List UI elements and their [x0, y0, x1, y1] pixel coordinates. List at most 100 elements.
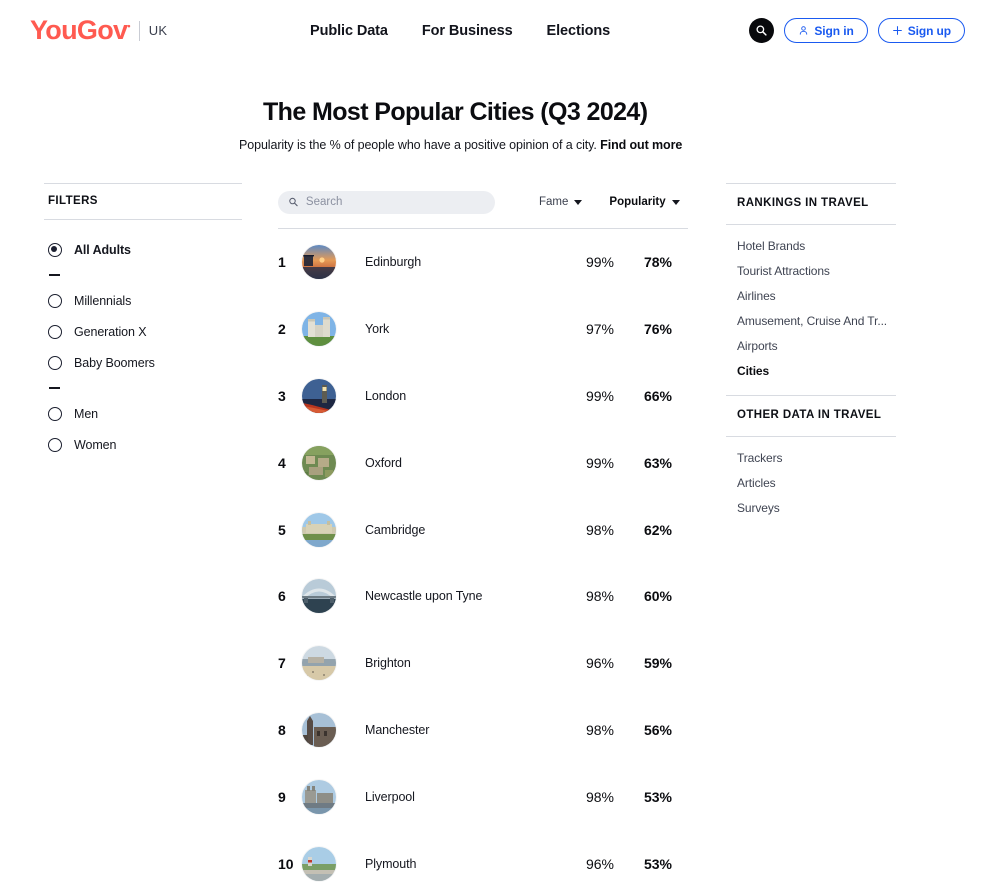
rank-number: 3 — [278, 387, 286, 404]
search-field[interactable] — [278, 190, 495, 214]
fame-value: 96% — [585, 855, 615, 872]
city-name: York — [365, 322, 390, 337]
rail-item-surveys[interactable]: Surveys — [737, 496, 896, 521]
find-out-more-link[interactable]: Find out more — [600, 138, 682, 152]
manchester-townhall-thumbnail — [302, 712, 336, 747]
table-row[interactable]: 5 Cambridge 98% 62% — [278, 496, 688, 563]
filter-option-millennials[interactable]: Millennials — [44, 285, 242, 316]
table-row[interactable]: 1 Edinburgh 99% 78% — [278, 229, 688, 296]
table-row[interactable]: 6 Newcastle upon Tyne 98% 60% — [278, 563, 688, 630]
site-header: YouGov• UK Public Data For Business Elec… — [0, 0, 993, 61]
filters-sidebar: FILTERS All Adults Millennials Generatio… — [44, 183, 242, 891]
brand[interactable]: YouGov• UK — [30, 17, 167, 44]
radio-icon-women[interactable] — [48, 437, 62, 452]
popularity-value: 62% — [643, 521, 673, 538]
rank-number: 2 — [278, 321, 286, 338]
fame-value: 99% — [585, 254, 615, 271]
popularity-value: 53% — [643, 855, 673, 872]
brighton-pier-thumbnail — [302, 646, 336, 681]
filter-option-baby-boomers[interactable]: Baby Boomers — [44, 347, 242, 378]
radio-icon-millennials[interactable] — [48, 293, 62, 308]
yougov-logo-text: YouGov — [30, 15, 128, 45]
filter-label: Women — [74, 437, 117, 452]
table-row[interactable]: 9 Liverpool 98% 53% — [278, 763, 688, 830]
oxford-aerial-thumbnail — [302, 445, 336, 480]
rank-number: 10 — [278, 855, 294, 872]
rail-item-articles[interactable]: Articles — [737, 471, 896, 496]
rail-item-hotel-brands[interactable]: Hotel Brands — [737, 234, 896, 259]
column-header-fame[interactable]: Fame — [539, 196, 583, 208]
nav-item-elections[interactable]: Elections — [547, 23, 611, 39]
user-icon — [800, 26, 808, 35]
sign-up-button[interactable]: Sign up — [877, 18, 965, 43]
rail-item-airlines[interactable]: Airlines — [737, 284, 896, 309]
rail-item-airports[interactable]: Airports — [737, 334, 896, 359]
filter-group-separator — [44, 378, 242, 398]
sign-in-button[interactable]: Sign in — [784, 18, 868, 43]
search-icon-button[interactable] — [749, 18, 775, 43]
brand-divider — [138, 20, 140, 41]
city-name: Oxford — [365, 455, 402, 470]
other-data-list: Trackers Articles Surveys — [726, 437, 896, 532]
popularity-value: 76% — [643, 321, 673, 338]
rail-item-amusement-cruise[interactable]: Amusement, Cruise And Tr... — [737, 309, 896, 334]
rank-number: 5 — [278, 521, 286, 538]
rank-number: 9 — [278, 788, 286, 805]
fame-value: 97% — [585, 321, 615, 338]
popularity-value: 59% — [643, 655, 673, 672]
right-rail: RANKINGS IN TRAVEL Hotel Brands Tourist … — [726, 183, 896, 891]
region-label: UK — [148, 23, 168, 38]
filter-label: Men — [74, 406, 99, 421]
york-minster-thumbnail — [302, 312, 336, 347]
city-name: Newcastle upon Tyne — [365, 589, 483, 604]
rail-item-cities[interactable]: Cities — [737, 359, 896, 384]
header-actions: Sign in Sign up — [749, 18, 965, 43]
filter-option-generation-x[interactable]: Generation X — [44, 316, 242, 347]
filter-list: All Adults Millennials Generation X Baby… — [44, 220, 242, 460]
edinburgh-sunset-thumbnail — [302, 245, 336, 280]
rank-number: 6 — [278, 588, 286, 605]
search-input[interactable] — [305, 196, 485, 208]
fame-value: 98% — [585, 721, 615, 738]
chevron-down-icon — [671, 199, 680, 205]
page-title: The Most Popular Cities (Q3 2024) — [263, 98, 648, 126]
nav-item-public-data[interactable]: Public Data — [310, 23, 388, 39]
popularity-value: 53% — [643, 788, 673, 805]
other-data-in-travel-heading: OTHER DATA IN TRAVEL — [737, 409, 882, 421]
city-name: London — [365, 388, 407, 403]
rail-item-tourist-attractions[interactable]: Tourist Attractions — [737, 259, 896, 284]
filter-option-men[interactable]: Men — [44, 398, 242, 429]
city-name: Edinburgh — [365, 255, 422, 270]
filter-label: Generation X — [74, 324, 147, 339]
table-row[interactable]: 2 York 97% 76% — [278, 296, 688, 363]
nav-item-for-business[interactable]: For Business — [422, 23, 513, 39]
sign-up-label: Sign up — [907, 23, 951, 38]
column-header-popularity-label: Popularity — [609, 196, 666, 208]
filter-option-all-adults[interactable]: All Adults — [44, 234, 242, 265]
radio-icon-baby-boomers[interactable] — [48, 355, 62, 370]
filter-option-women[interactable]: Women — [44, 429, 242, 460]
table-row[interactable]: 3 London 99% 66% — [278, 363, 688, 430]
city-name: Liverpool — [365, 789, 415, 804]
search-icon — [289, 197, 298, 207]
yougov-logo[interactable]: YouGov• — [30, 15, 131, 45]
table-toolbar: Fame Popularity — [278, 183, 688, 221]
table-row[interactable]: 10 Plymouth 96% 53% — [278, 830, 688, 891]
table-row[interactable]: 4 Oxford 99% 63% — [278, 429, 688, 496]
fame-value: 99% — [585, 454, 615, 471]
column-header-popularity[interactable]: Popularity — [609, 196, 680, 208]
radio-icon-all-adults[interactable] — [48, 242, 62, 257]
table-row[interactable]: 7 Brighton 96% 59% — [278, 630, 688, 697]
plymouth-hoe-thumbnail — [302, 846, 336, 881]
filter-label: All Adults — [74, 242, 131, 257]
rankings-in-travel-heading: RANKINGS IN TRAVEL — [737, 197, 869, 209]
rail-item-trackers[interactable]: Trackers — [737, 446, 896, 471]
ranking-table: Fame Popularity 1 — [278, 183, 688, 891]
filter-label: Baby Boomers — [74, 355, 155, 370]
table-row[interactable]: 8 Manchester 98% 56% — [278, 697, 688, 764]
column-header-fame-label: Fame — [539, 196, 569, 208]
radio-icon-generation-x[interactable] — [48, 324, 62, 339]
filter-label: Millennials — [74, 293, 132, 308]
radio-icon-men[interactable] — [48, 406, 62, 421]
rankings-list: Hotel Brands Tourist Attractions Airline… — [726, 225, 896, 395]
